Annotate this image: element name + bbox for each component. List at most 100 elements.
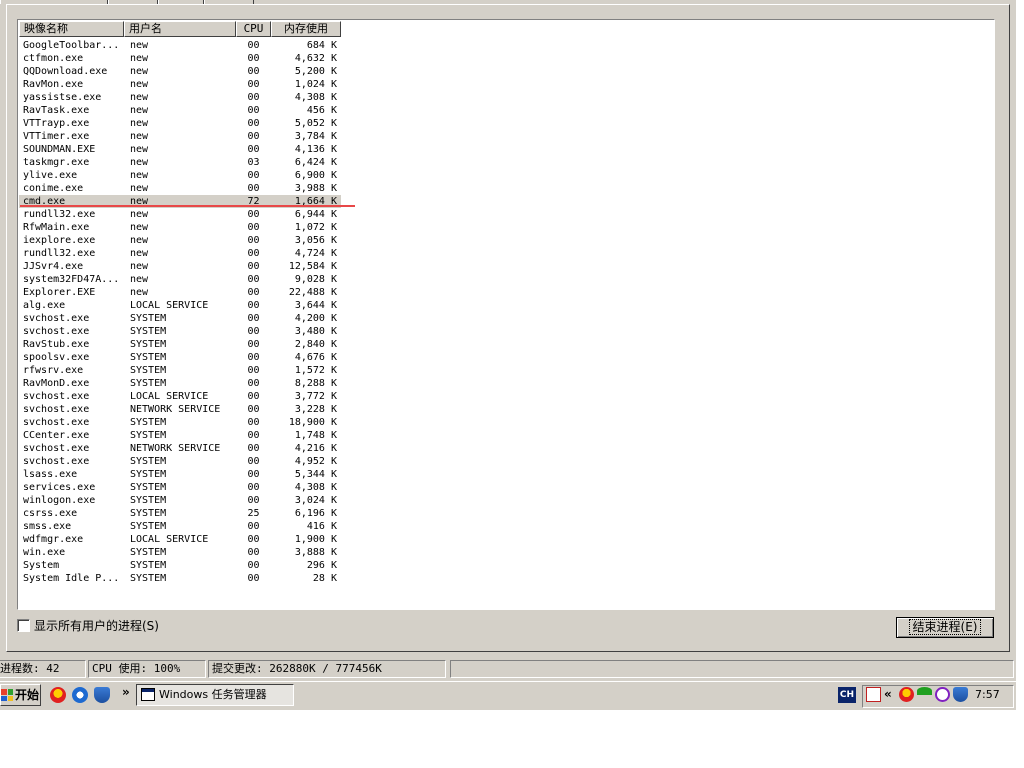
- red-document-icon[interactable]: [866, 687, 881, 702]
- table-row[interactable]: smss.exe SYSTEM 00 416 K: [19, 520, 341, 533]
- process-image-name: conime.exe: [23, 183, 84, 194]
- table-row[interactable]: services.exe SYSTEM 00 4,308 K: [19, 481, 341, 494]
- table-row[interactable]: VTTrayp.exe new 00 5,052 K: [19, 117, 341, 130]
- process-cpu: 00: [247, 66, 260, 77]
- ime-indicator[interactable]: CH: [838, 687, 856, 703]
- clock-circle-icon[interactable]: [935, 687, 950, 702]
- process-cpu: 00: [247, 430, 260, 441]
- process-memory: 4,632 K: [294, 53, 337, 64]
- start-button[interactable]: 开始: [0, 684, 41, 706]
- table-row[interactable]: RavMonD.exe SYSTEM 00 8,288 K: [19, 377, 341, 390]
- process-user-name: new: [130, 235, 149, 246]
- internet-explorer-icon[interactable]: [72, 687, 88, 703]
- process-memory: 1,072 K: [294, 222, 337, 233]
- table-row[interactable]: svchost.exe NETWORK SERVICE 00 4,216 K: [19, 442, 341, 455]
- process-user-name: SYSTEM: [130, 352, 167, 363]
- table-row[interactable]: QQDownload.exe new 00 5,200 K: [19, 65, 341, 78]
- table-row[interactable]: Explorer.EXE new 00 22,488 K: [19, 286, 341, 299]
- column-header-cpu[interactable]: CPU: [236, 21, 271, 37]
- table-row[interactable]: spoolsv.exe SYSTEM 00 4,676 K: [19, 351, 341, 364]
- qq-icon[interactable]: [50, 687, 66, 703]
- process-image-name: SOUNDMAN.EXE: [23, 144, 96, 155]
- process-user-name: new: [130, 144, 149, 155]
- table-row[interactable]: System SYSTEM 00 296 K: [19, 559, 341, 572]
- table-row[interactable]: taskmgr.exe new 03 6,424 K: [19, 156, 341, 169]
- column-header-user-name[interactable]: 用户名: [124, 21, 236, 37]
- table-row[interactable]: RfwMain.exe new 00 1,072 K: [19, 221, 341, 234]
- table-row[interactable]: lsass.exe SYSTEM 00 5,344 K: [19, 468, 341, 481]
- show-all-users-checkbox[interactable]: [17, 619, 30, 632]
- column-header-memory[interactable]: 内存使用: [271, 21, 341, 37]
- process-image-name: csrss.exe: [23, 508, 78, 519]
- task-manager-task-button[interactable]: Windows 任务管理器: [136, 684, 294, 706]
- process-memory: 5,052 K: [294, 118, 337, 129]
- table-row[interactable]: JJSvr4.exe new 00 12,584 K: [19, 260, 341, 273]
- quicklaunch-chevron-icon[interactable]: »: [122, 685, 130, 699]
- table-row[interactable]: iexplore.exe new 00 3,056 K: [19, 234, 341, 247]
- table-row[interactable]: VTTimer.exe new 00 3,784 K: [19, 130, 341, 143]
- process-memory: 1,024 K: [294, 79, 337, 90]
- table-row[interactable]: svchost.exe SYSTEM 00 4,952 K: [19, 455, 341, 468]
- shield-tray-icon[interactable]: [953, 687, 968, 702]
- table-row[interactable]: rundll32.exe new 00 4,724 K: [19, 247, 341, 260]
- table-row[interactable]: svchost.exe SYSTEM 00 18,900 K: [19, 416, 341, 429]
- table-row[interactable]: winlogon.exe SYSTEM 00 3,024 K: [19, 494, 341, 507]
- process-cpu: 00: [247, 391, 260, 402]
- process-user-name: NETWORK SERVICE: [130, 404, 221, 415]
- process-user-name: new: [130, 209, 149, 220]
- process-cpu: 00: [247, 79, 260, 90]
- process-user-name: SYSTEM: [130, 430, 167, 441]
- process-memory: 4,200 K: [294, 313, 337, 324]
- table-row[interactable]: GoogleToolbar... new 00 684 K: [19, 39, 341, 52]
- table-row[interactable]: rfwsrv.exe SYSTEM 00 1,572 K: [19, 364, 341, 377]
- qq-tray-icon[interactable]: [899, 687, 914, 702]
- process-image-name: svchost.exe: [23, 417, 90, 428]
- process-user-name: SYSTEM: [130, 508, 167, 519]
- table-row[interactable]: rundll32.exe new 00 6,944 K: [19, 208, 341, 221]
- tray-chevron-icon[interactable]: «: [884, 687, 892, 701]
- table-row[interactable]: win.exe SYSTEM 00 3,888 K: [19, 546, 341, 559]
- table-row[interactable]: RavMon.exe new 00 1,024 K: [19, 78, 341, 91]
- table-row[interactable]: ctfmon.exe new 00 4,632 K: [19, 52, 341, 65]
- process-cpu: 00: [247, 40, 260, 51]
- table-row[interactable]: svchost.exe SYSTEM 00 3,480 K: [19, 325, 341, 338]
- table-row[interactable]: alg.exe LOCAL SERVICE 00 3,644 K: [19, 299, 341, 312]
- list-header: 映像名称 用户名 CPU 内存使用: [19, 21, 341, 37]
- table-row[interactable]: csrss.exe SYSTEM 25 6,196 K: [19, 507, 341, 520]
- table-row[interactable]: yassistse.exe new 00 4,308 K: [19, 91, 341, 104]
- process-memory: 1,572 K: [294, 365, 337, 376]
- process-cpu: 00: [247, 287, 260, 298]
- umbrella-icon[interactable]: [917, 687, 932, 695]
- column-header-image-name[interactable]: 映像名称: [19, 21, 124, 37]
- end-process-button[interactable]: 结束进程(E): [896, 617, 994, 638]
- table-row[interactable]: wdfmgr.exe LOCAL SERVICE 00 1,900 K: [19, 533, 341, 546]
- process-memory: 1,900 K: [294, 534, 337, 545]
- table-row[interactable]: RavTask.exe new 00 456 K: [19, 104, 341, 117]
- table-row[interactable]: svchost.exe SYSTEM 00 4,200 K: [19, 312, 341, 325]
- process-cpu: 00: [247, 339, 260, 350]
- rising-firewall-icon[interactable]: [94, 687, 110, 703]
- process-user-name: new: [130, 53, 149, 64]
- process-memory: 18,900 K: [288, 417, 337, 428]
- table-row[interactable]: SOUNDMAN.EXE new 00 4,136 K: [19, 143, 341, 156]
- table-row[interactable]: system32FD47A... new 00 9,028 K: [19, 273, 341, 286]
- table-row[interactable]: RavStub.exe SYSTEM 00 2,840 K: [19, 338, 341, 351]
- table-row[interactable]: svchost.exe LOCAL SERVICE 00 3,772 K: [19, 390, 341, 403]
- table-row[interactable]: CCenter.exe SYSTEM 00 1,748 K: [19, 429, 341, 442]
- process-memory: 416 K: [306, 521, 337, 532]
- process-cpu: 00: [247, 573, 260, 584]
- process-user-name: new: [130, 274, 149, 285]
- status-cpu-usage: CPU 使用: 100%: [88, 660, 206, 678]
- tray-clock[interactable]: 7:57: [975, 688, 1000, 701]
- process-list[interactable]: 映像名称 用户名 CPU 内存使用 GoogleToolbar... new 00 6…: [17, 19, 995, 610]
- table-row[interactable]: ylive.exe new 00 6,900 K: [19, 169, 341, 182]
- table-row[interactable]: svchost.exe NETWORK SERVICE 00 3,228 K: [19, 403, 341, 416]
- process-memory: 3,228 K: [294, 404, 337, 415]
- process-cpu: 00: [247, 404, 260, 415]
- process-image-name: rfwsrv.exe: [23, 365, 84, 376]
- show-all-users-option[interactable]: 显示所有用户的进程(S): [17, 617, 159, 634]
- table-row[interactable]: System Idle P... SYSTEM 00 28 K: [19, 572, 341, 585]
- process-user-name: LOCAL SERVICE: [130, 300, 209, 311]
- table-row[interactable]: conime.exe new 00 3,988 K: [19, 182, 341, 195]
- process-image-name: ctfmon.exe: [23, 53, 84, 64]
